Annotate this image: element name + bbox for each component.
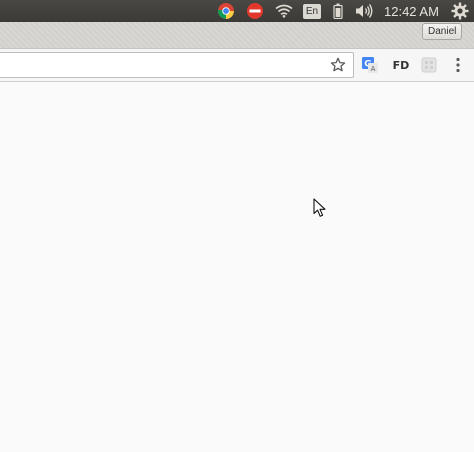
- wifi-icon: [275, 4, 293, 18]
- wifi-tray-icon[interactable]: [272, 0, 296, 22]
- session-menu[interactable]: [449, 0, 471, 22]
- chrome-icon: [217, 3, 234, 19]
- grey-extension-button[interactable]: [420, 55, 438, 75]
- translate-extension-button[interactable]: G A: [360, 55, 380, 75]
- block-tray-icon[interactable]: [244, 0, 266, 22]
- fd-extension-button[interactable]: FD: [389, 55, 413, 75]
- battery-icon: [333, 3, 343, 19]
- mouse-pointer-icon: [313, 198, 326, 217]
- gear-icon: [451, 2, 469, 20]
- system-top-panel: En 12:42 AM: [0, 0, 474, 22]
- volume-tray-icon[interactable]: [353, 0, 375, 22]
- kebab-menu-icon[interactable]: [450, 56, 466, 74]
- translate-icon: G A: [362, 57, 378, 73]
- block-icon: [247, 3, 263, 19]
- keyboard-language-indicator[interactable]: En: [302, 0, 322, 22]
- volume-icon: [356, 4, 373, 18]
- fd-extension-label: FD: [392, 58, 410, 72]
- bookmark-star-icon[interactable]: [330, 57, 346, 73]
- chrome-tray-icon[interactable]: [215, 0, 237, 22]
- browser-tab-strip: [0, 22, 474, 48]
- language-label: En: [303, 3, 321, 19]
- battery-tray-icon[interactable]: [331, 0, 345, 22]
- address-bar[interactable]: [0, 52, 354, 78]
- clock-time: 12:42 AM: [384, 3, 439, 19]
- svg-text:A: A: [371, 65, 376, 73]
- page-content: [0, 82, 474, 452]
- extension-grey-icon: [421, 57, 437, 73]
- browser-toolbar: G A FD: [0, 48, 474, 82]
- profile-button[interactable]: Daniel: [422, 23, 463, 40]
- clock[interactable]: 12:42 AM: [384, 0, 442, 22]
